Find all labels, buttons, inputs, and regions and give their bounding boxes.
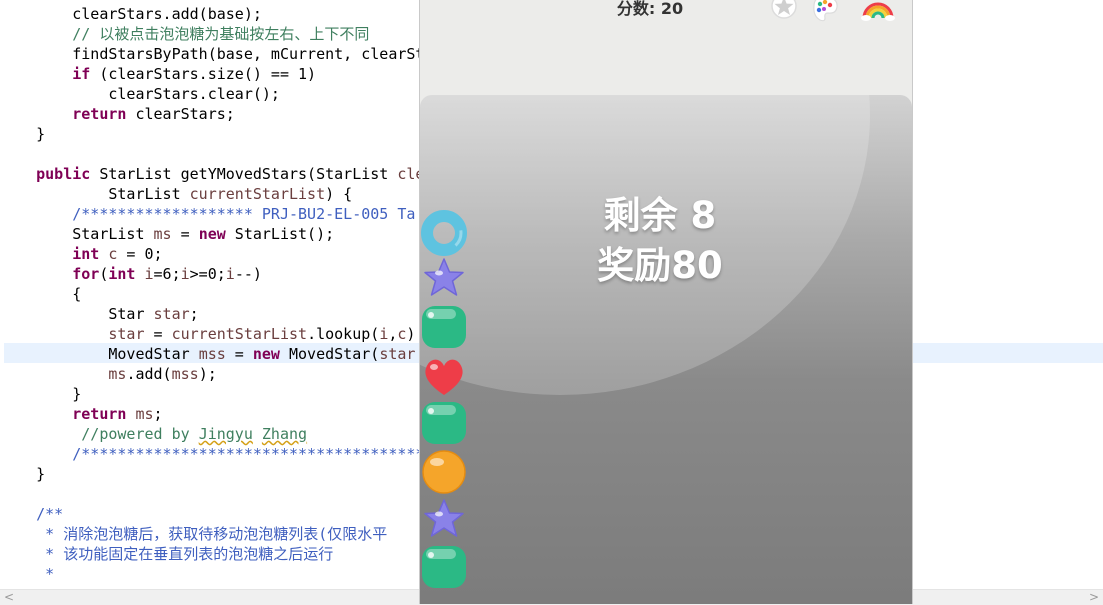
code-line: MovedStar mss = new MovedStar(star	[0, 345, 416, 363]
code-line: Star star;	[0, 305, 199, 323]
code-line: /******************* PRJ-BU2-EL-005 Ta	[72, 205, 416, 223]
code-line: StarList ms = new StarList();	[0, 225, 335, 243]
code-line: if (clearStars.size() == 1)	[72, 65, 317, 83]
code-line: findStarsByPath(base, mCurrent, clearSt	[0, 45, 425, 63]
code-line: *	[45, 565, 55, 583]
code-line: return clearStars;	[72, 105, 235, 123]
game-board[interactable]: 剩余 8 奖励80	[420, 95, 912, 604]
code-line: StarList currentStarList) {	[0, 185, 353, 203]
code-line: }	[0, 385, 82, 403]
scroll-right-arrow[interactable]: >	[1089, 590, 1099, 605]
code-line: * 消除泡泡糖后，获取待移动泡泡糖列表(仅限水平	[45, 525, 388, 543]
rainbow-icon[interactable]	[860, 0, 896, 22]
code-line: // 以被点击泡泡糖为基础按左右、上下不同	[72, 25, 370, 43]
candy-green[interactable]	[420, 544, 468, 590]
candy-orange[interactable]	[420, 449, 468, 495]
bonus-message: 奖励80	[597, 244, 723, 287]
code-line: ms.add(mss);	[108, 365, 217, 383]
candy-donut[interactable]	[420, 210, 468, 256]
code-line: /***************************************…	[72, 445, 443, 463]
code-line: return ms;	[72, 405, 163, 423]
code-line: }	[0, 125, 46, 143]
code-line: * 该功能固定在垂直列表的泡泡糖之后运行	[45, 545, 334, 563]
code-line: int c = 0;	[72, 245, 163, 263]
palette-icon[interactable]	[810, 0, 846, 24]
candy-green[interactable]	[420, 400, 468, 446]
code-line: }	[0, 465, 46, 483]
code-line: public StarList getYMovedStars(StarList …	[36, 165, 425, 183]
game-window: 分数: 20 剩余 8 奖励80	[419, 0, 913, 604]
code-line: /**	[36, 505, 64, 523]
remaining-message: 剩余 8	[603, 194, 717, 237]
code-line: for(int i=6;i>=0;i--)	[72, 265, 262, 283]
candy-star[interactable]	[420, 497, 468, 543]
candy-green[interactable]	[420, 304, 468, 350]
code-line: {	[0, 285, 82, 303]
code-line: clearStars.clear();	[0, 85, 280, 103]
candy-heart[interactable]	[420, 353, 468, 399]
scroll-left-arrow[interactable]: <	[4, 590, 14, 605]
code-line: clearStars.add(base);	[0, 5, 262, 23]
candy-star[interactable]	[420, 256, 468, 302]
code-line: //powered by Jingyu Zhang	[81, 425, 308, 443]
code-line: star = currentStarList.lookup(i,c)	[108, 325, 416, 343]
star-icon[interactable]	[768, 0, 800, 22]
